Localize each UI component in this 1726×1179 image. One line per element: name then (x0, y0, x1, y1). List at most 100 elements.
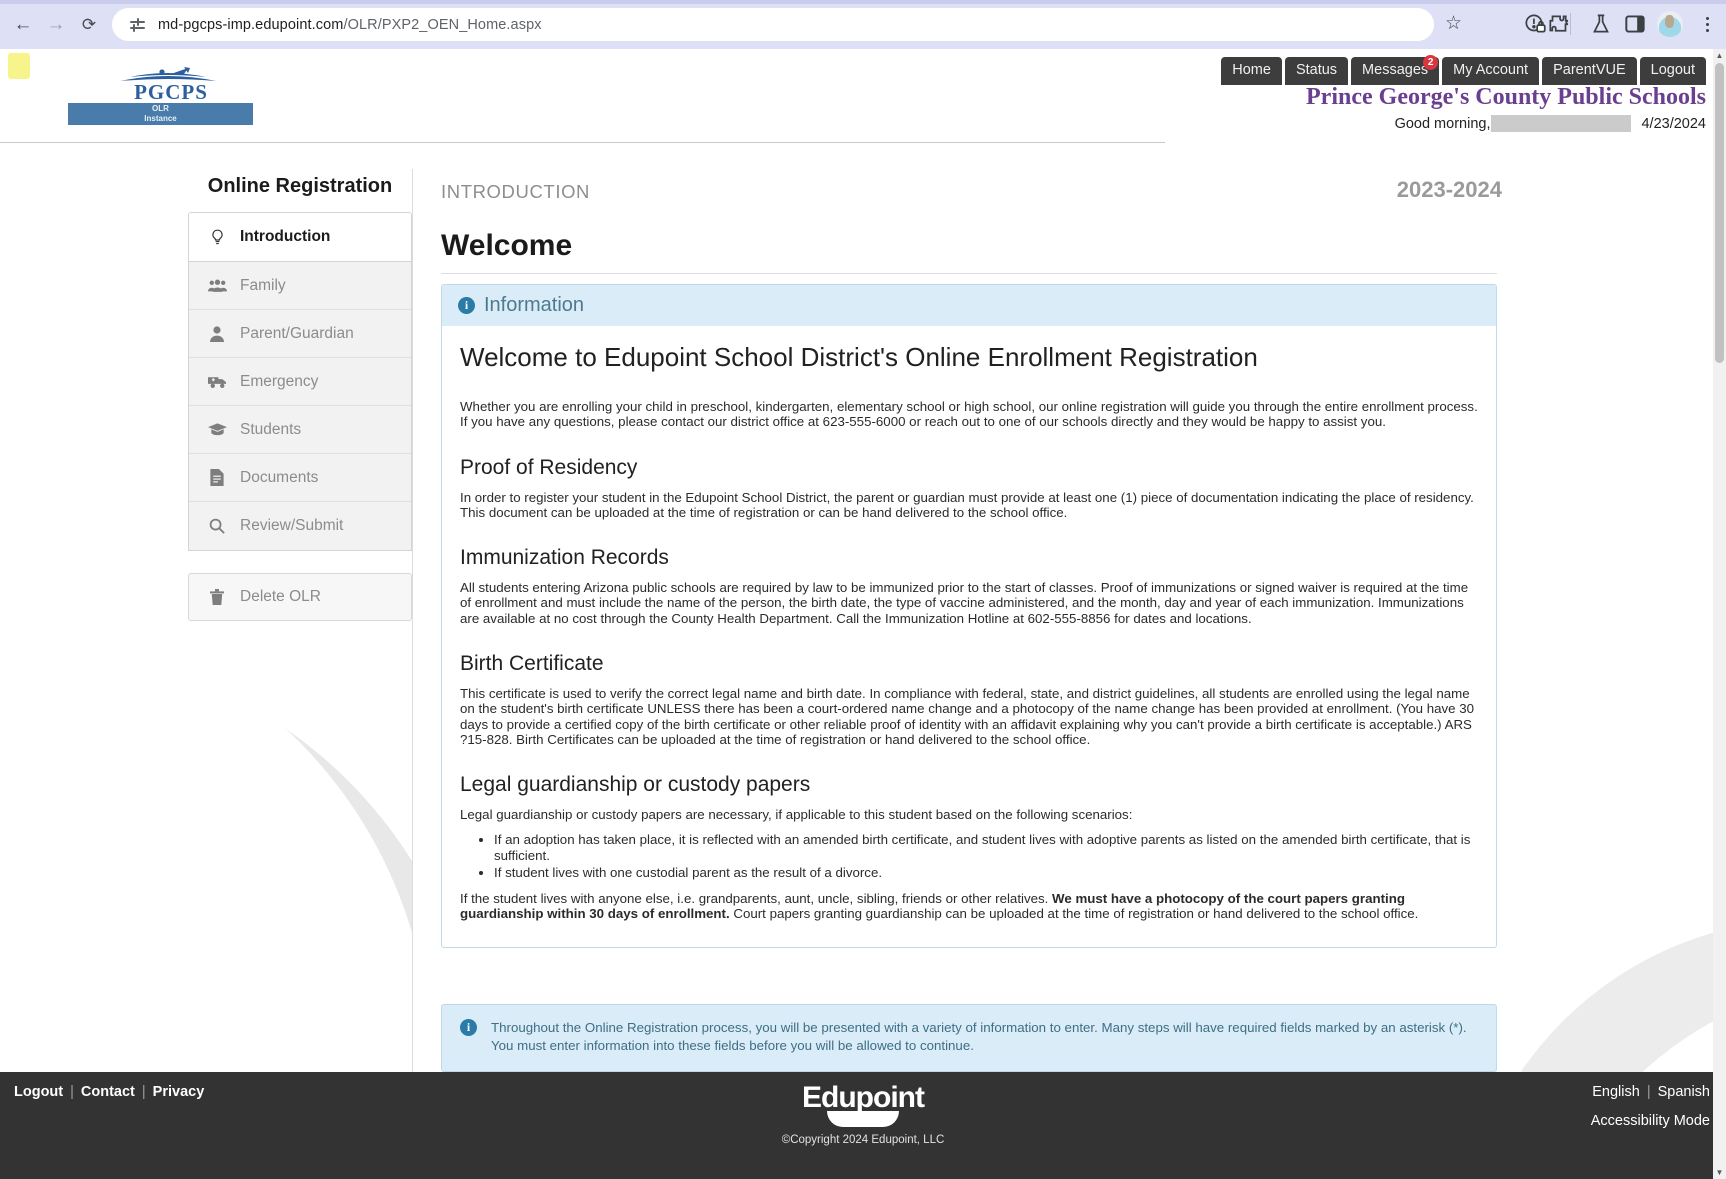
url-text: md-pgcps-imp.edupoint.com/OLR/PXP2_OEN_H… (158, 17, 542, 33)
sidebar-item-introduction[interactable]: Introduction (188, 212, 412, 262)
header-divider (0, 142, 1165, 143)
section-heading-residency: Proof of Residency (460, 456, 1478, 480)
sidebar-item-parent-guardian[interactable]: Parent/Guardian (189, 310, 411, 358)
magnifier-icon (207, 518, 227, 534)
language-spanish[interactable]: Spanish (1658, 1084, 1710, 1100)
nav-label: Status (1296, 62, 1337, 78)
sidebar-item-students[interactable]: Students (189, 406, 411, 454)
document-icon (207, 469, 227, 486)
nav-label: Logout (1651, 62, 1695, 78)
nav-label: My Account (1453, 62, 1528, 78)
url-path: /OLR/PXP2_OEN_Home.aspx (343, 17, 541, 33)
section-heading-immunization: Immunization Records (460, 546, 1478, 570)
star-glyph: ☆ (1445, 13, 1462, 34)
olr-banner-line1: OLR (68, 104, 253, 114)
guardianship-closing: If the student lives with anyone else, i… (460, 891, 1478, 922)
information-panel-body: Welcome to Edupoint School District's On… (442, 326, 1496, 947)
sidebar-item-emergency[interactable]: Emergency (189, 358, 411, 406)
footer-separator: | (70, 1084, 74, 1100)
nav-button-parentvue[interactable]: ParentVUE (1542, 57, 1637, 85)
browser-forward-button[interactable]: → (41, 10, 71, 40)
greeting-label: Good morning, (1395, 116, 1491, 132)
trash-icon (207, 589, 227, 605)
nav-label: Messages (1362, 62, 1428, 78)
info-icon: i (458, 297, 475, 314)
information-panel-title: Information (484, 294, 584, 317)
nav-button-my-account[interactable]: My Account (1442, 57, 1539, 85)
graduation-cap-icon (207, 422, 227, 437)
footer-link-contact[interactable]: Contact (81, 1084, 135, 1100)
scrollbar-thumb[interactable] (1715, 63, 1724, 363)
site-settings-icon[interactable] (128, 15, 148, 35)
address-bar[interactable]: md-pgcps-imp.edupoint.com/OLR/PXP2_OEN_H… (112, 8, 1434, 41)
olr-banner-line2: Instance (68, 114, 253, 124)
nav-button-status[interactable]: Status (1285, 57, 1348, 85)
section-heading-birth-certificate: Birth Certificate (460, 652, 1478, 676)
page-content: PGCPS OLR Instance Home Status Messages … (0, 49, 1726, 1179)
sidebar-item-review-submit[interactable]: Review/Submit (189, 502, 411, 550)
greeting-row: Good morning, 4/23/2024 (1395, 115, 1706, 132)
bookmark-star-icon[interactable]: ☆ (1445, 12, 1462, 35)
chrome-menu-icon[interactable] (1697, 12, 1717, 36)
guardianship-closing-tail: Court papers granting guardianship can b… (730, 906, 1419, 921)
ambulance-icon (207, 374, 227, 389)
section-paragraph-birth-certificate: This certificate is used to verify the c… (460, 686, 1478, 747)
accessibility-mode-link[interactable]: Accessibility Mode (1591, 1113, 1710, 1129)
footer-separator: | (142, 1084, 146, 1100)
language-english[interactable]: English (1592, 1084, 1640, 1100)
title-divider (441, 273, 1497, 274)
browser-back-button[interactable]: ← (8, 10, 38, 40)
tracking-protection-icon[interactable] (1522, 11, 1548, 37)
nav-button-messages[interactable]: Messages 2 (1351, 57, 1439, 85)
person-icon (207, 326, 227, 342)
school-year-label: 2023-2024 (1397, 177, 1502, 203)
url-domain: md-pgcps-imp.edupoint.com (158, 17, 343, 33)
forward-arrow-icon: → (47, 14, 66, 36)
section-heading-guardianship: Legal guardianship or custody papers (460, 773, 1478, 797)
footer-copyright: ©Copyright 2024 Edupoint, LLC (782, 1134, 945, 1146)
delete-olr-box: Delete OLR (188, 573, 412, 621)
browser-reload-button[interactable]: ⟳ (74, 10, 104, 40)
footer-link-logout[interactable]: Logout (14, 1084, 63, 1100)
edupoint-wordmark: Edupoint (753, 1081, 973, 1115)
sidebar-title: Online Registration (188, 169, 412, 212)
main-panel: INTRODUCTION 2023-2024 Welcome i Informa… (412, 169, 1522, 1177)
top-navigation: Home Status Messages 2 My Account Parent… (1221, 57, 1706, 85)
footer-link-privacy[interactable]: Privacy (153, 1084, 205, 1100)
sidebar-item-label: Family (240, 277, 286, 295)
sidebar-item-label: Review/Submit (240, 517, 343, 535)
sidebar-item-label: Parent/Guardian (240, 325, 354, 343)
header-date: 4/23/2024 (1641, 116, 1706, 132)
extensions-puzzle-icon[interactable] (1546, 11, 1572, 37)
sidebar-nav: Introduction Family (188, 212, 412, 551)
olr-instance-banner: OLR Instance (68, 103, 253, 125)
list-item: If student lives with one custodial pare… (494, 865, 1478, 880)
scroll-down-arrow-icon[interactable]: ▼ (1713, 1166, 1726, 1179)
sidebar-item-label: Delete OLR (240, 588, 321, 606)
nav-button-logout[interactable]: Logout (1640, 57, 1706, 85)
sidebar-item-documents[interactable]: Documents (189, 454, 411, 502)
breadcrumb: INTRODUCTION (441, 181, 590, 203)
page-title: Welcome (441, 229, 572, 263)
nav-button-home[interactable]: Home (1221, 57, 1282, 85)
tab-strip (0, 0, 1726, 4)
sidebar-item-label: Documents (240, 469, 318, 487)
sidebar-item-family[interactable]: Family (189, 262, 411, 310)
guardianship-bullet-list: If an adoption has taken place, it is re… (494, 832, 1478, 880)
lightbulb-icon (207, 229, 227, 246)
sidebar-item-delete-olr[interactable]: Delete OLR (189, 574, 411, 620)
sidebar-item-label: Students (240, 421, 301, 439)
page-scrollbar[interactable]: ▲ ▼ (1713, 49, 1726, 1179)
section-paragraph-immunization: All students entering Arizona public sch… (460, 580, 1478, 626)
notice-text: Throughout the Online Registration proce… (491, 1019, 1478, 1055)
nav-label: ParentVUE (1553, 62, 1626, 78)
messages-badge: 2 (1423, 55, 1438, 70)
lab-flask-icon[interactable] (1588, 11, 1614, 37)
guardianship-intro: Legal guardianship or custody papers are… (460, 807, 1478, 822)
scroll-up-arrow-icon[interactable]: ▲ (1713, 49, 1726, 62)
sidebar-item-label: Introduction (240, 228, 330, 246)
info-icon: i (460, 1019, 477, 1036)
site-header: PGCPS OLR Instance Home Status Messages … (0, 49, 1726, 134)
side-panel-icon[interactable] (1622, 11, 1648, 37)
profile-avatar[interactable] (1657, 11, 1683, 37)
